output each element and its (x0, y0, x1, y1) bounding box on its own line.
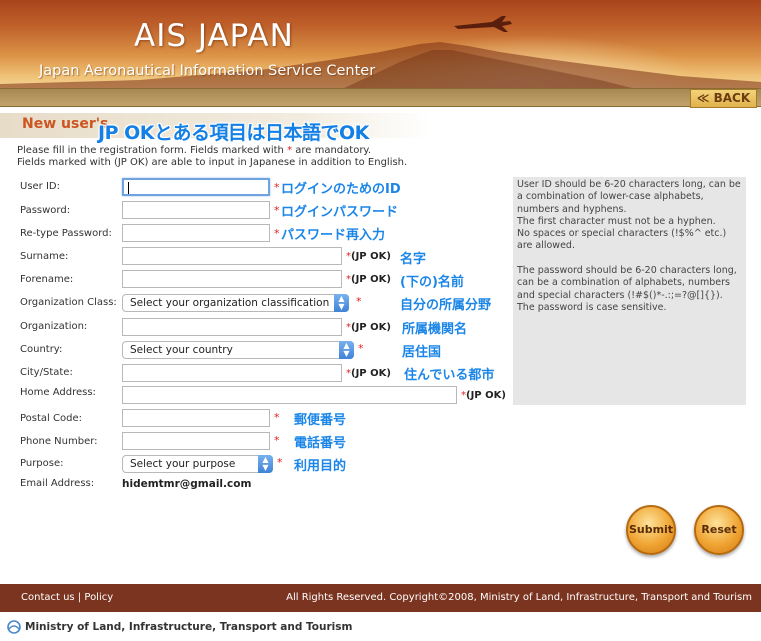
password-rule-2: The password is case sensitive. (517, 301, 667, 313)
footer-links: Contact us | Policy (21, 592, 113, 603)
required-mark: * (358, 342, 364, 355)
postal-code-input[interactable] (122, 409, 270, 427)
userid-rule-2: The first character must not be a hyphen… (517, 215, 716, 227)
ministry-logo-icon (7, 620, 21, 634)
phone-number-label: Phone Number: (20, 436, 98, 447)
user-id-annotation: ログインのためのID (281, 182, 401, 197)
city-state-input[interactable] (122, 364, 342, 382)
organization-jp-ok: *(JP OK) (346, 322, 391, 333)
city-state-jp-ok: *(JP OK) (346, 368, 391, 379)
retype-password-label: Re-type Password: (20, 228, 112, 239)
navigation-bar (0, 88, 761, 107)
required-mark: * (277, 456, 283, 469)
userid-rule-1: User ID should be 6-20 characters long, … (517, 179, 741, 215)
surname-label: Surname: (20, 251, 69, 262)
site-title: AIS JAPAN (134, 18, 294, 54)
phone-number-annotation: 電話番号 (294, 436, 347, 451)
forename-annotation: (下の)名前 (400, 275, 464, 290)
retype-password-annotation: パスワード再入力 (281, 228, 386, 243)
city-state-annotation: 住んでいる都市 (404, 368, 495, 383)
required-mark: * (356, 295, 362, 308)
organization-label: Organization: (20, 321, 88, 332)
home-address-jp-ok: *(JP OK) (461, 390, 506, 401)
contact-us-link[interactable]: Contact us (21, 592, 75, 603)
password-label: Password: (20, 205, 71, 216)
purpose-annotation: 利用目的 (294, 459, 347, 474)
jp-ok-label: (JP OK) (466, 390, 506, 401)
required-mark: * (274, 227, 280, 240)
header-banner: AIS JAPAN Japan Aeronautical Information… (0, 0, 761, 90)
purpose-label: Purpose: (20, 458, 64, 469)
jp-ok-label: (JP OK) (351, 274, 391, 285)
organization-class-annotation: 自分の所属分野 (400, 298, 492, 313)
city-state-label: City/State: (20, 367, 73, 378)
email-label: Email Address: (20, 478, 95, 489)
required-mark: * (274, 411, 280, 424)
organization-class-select[interactable]: Select your organization classification … (122, 294, 349, 312)
postal-code-annotation: 郵便番号 (294, 413, 347, 428)
organization-class-label: Organization Class: (20, 297, 117, 308)
airplane-icon (454, 16, 512, 32)
intro-line-2: Fields marked with (JP OK) are able to i… (17, 157, 408, 168)
select-arrows-icon: ▲ ▼ (339, 341, 354, 359)
ministry-name: Ministry of Land, Infrastructure, Transp… (25, 621, 353, 633)
required-mark: * (274, 204, 280, 217)
password-rule-1: The password should be 6-20 characters l… (517, 265, 737, 301)
jp-ok-label: (JP OK) (351, 251, 391, 262)
copyright-text: All Rights Reserved. Copyright©2008, Min… (286, 592, 752, 603)
jp-ok-label: (JP OK) (351, 322, 391, 333)
postal-code-label: Postal Code: (20, 413, 82, 424)
ministry-credit: Ministry of Land, Infrastructure, Transp… (6, 620, 352, 634)
country-annotation: 居住国 (402, 345, 442, 360)
purpose-select[interactable]: Select your purpose ▲ ▼ (122, 455, 273, 473)
back-button[interactable]: ≪ BACK (690, 89, 757, 108)
password-annotation: ログインパスワード (281, 205, 399, 220)
organization-class-selected: Select your organization classification (130, 297, 330, 309)
site-subtitle: Japan Aeronautical Information Service C… (39, 63, 376, 79)
required-star: * (287, 145, 293, 156)
select-arrows-icon: ▲ ▼ (258, 455, 273, 473)
surname-jp-ok: *(JP OK) (346, 251, 391, 262)
forename-input[interactable] (122, 270, 342, 288)
required-mark: * (274, 181, 280, 194)
intro-text-before: Please fill in the registration form. Fi… (17, 145, 284, 156)
intro-line-1: Please fill in the registration form. Fi… (17, 145, 371, 156)
policy-link[interactable]: Policy (84, 592, 113, 603)
footer-separator: | (77, 592, 82, 603)
organization-annotation: 所属機関名 (402, 322, 468, 337)
phone-number-input[interactable] (122, 432, 270, 450)
forename-label: Forename: (20, 274, 74, 285)
user-id-label: User ID: (20, 181, 60, 192)
home-address-input[interactable] (122, 386, 457, 404)
userid-rule-3: No spaces or special characters (!$%^ et… (517, 228, 727, 252)
jp-ok-annotation: JP OKとある項目は日本語でOK (98, 122, 369, 144)
organization-input[interactable] (122, 318, 342, 336)
intro-text-after: are mandatory. (295, 145, 372, 156)
footer-bar: Contact us | Policy All Rights Reserved.… (0, 584, 761, 612)
info-panel: User ID should be 6-20 characters long, … (513, 177, 746, 405)
page-title: New user's (22, 116, 109, 132)
user-id-input[interactable] (122, 178, 270, 196)
jp-ok-label: (JP OK) (351, 368, 391, 379)
country-label: Country: (20, 344, 63, 355)
purpose-selected: Select your purpose (130, 458, 236, 470)
retype-password-input[interactable] (122, 224, 270, 242)
forename-jp-ok: *(JP OK) (346, 274, 391, 285)
select-arrows-icon: ▲ ▼ (334, 294, 349, 312)
surname-input[interactable] (122, 247, 342, 265)
submit-button[interactable]: Submit (626, 505, 676, 555)
password-input[interactable] (122, 201, 270, 219)
required-mark: * (274, 434, 280, 447)
email-value: hidemtmr@gmail.com (122, 478, 252, 490)
country-selected: Select your country (130, 344, 233, 356)
surname-annotation: 名字 (400, 252, 427, 267)
country-select[interactable]: Select your country ▲ ▼ (122, 341, 354, 359)
reset-button[interactable]: Reset (694, 505, 744, 555)
home-address-label: Home Address: (20, 387, 96, 398)
